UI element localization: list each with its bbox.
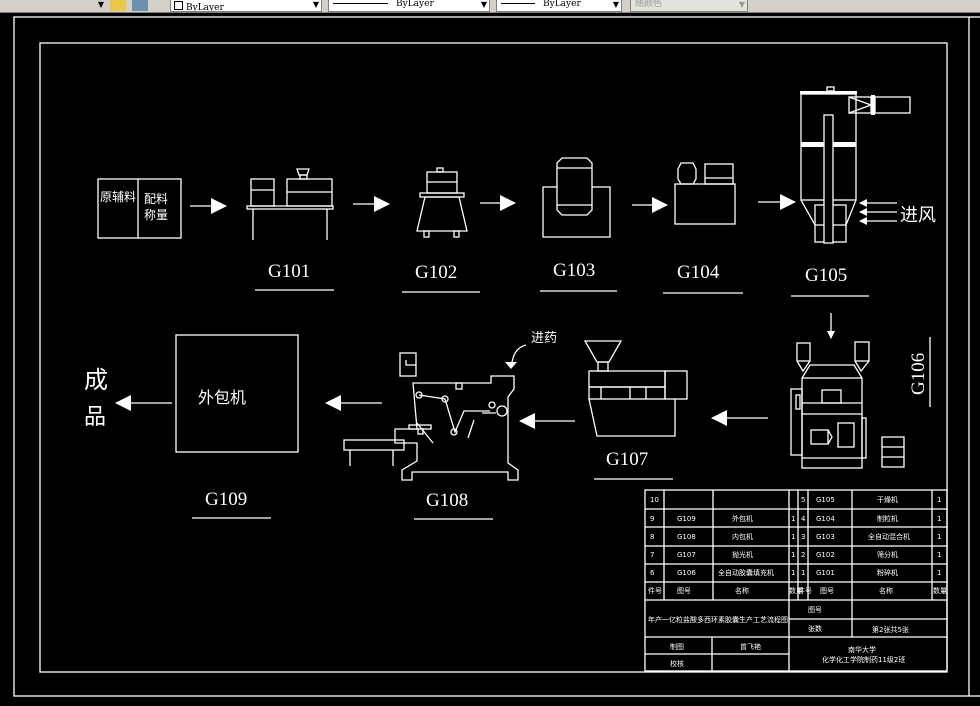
- g109-label: G109: [205, 489, 247, 510]
- g107-label: G107: [606, 449, 648, 470]
- g107-polisher-drawing: [583, 340, 688, 437]
- g106-label: G106: [908, 353, 929, 395]
- checked-by-label: 校核: [670, 659, 684, 668]
- svg-text:G109: G109: [677, 515, 696, 523]
- product-label-line1: 成: [84, 366, 108, 394]
- g108-packer-drawing: [343, 344, 527, 481]
- svg-text:3: 3: [801, 533, 805, 541]
- svg-text:1: 1: [937, 496, 941, 504]
- outer-frame: [13, 16, 980, 697]
- parts-row: 6 G106 全自动胶囊填充机 1 1 G101 粉碎机 1: [650, 568, 941, 577]
- g103-label: G103: [553, 260, 595, 281]
- outer-packer-label: 外包机: [198, 388, 246, 407]
- svg-text:4: 4: [801, 515, 806, 523]
- product-label-line2: 品: [84, 405, 106, 430]
- svg-text:1: 1: [937, 569, 941, 577]
- svg-text:G102: G102: [816, 551, 835, 559]
- raw-material-box: 原辅料 配料 称量: [97, 178, 182, 239]
- svg-text:数量: 数量: [933, 586, 947, 595]
- svg-text:2: 2: [801, 551, 805, 559]
- svg-text:6: 6: [650, 569, 655, 577]
- svg-text:外包机: 外包机: [732, 514, 753, 523]
- svg-text:G106: G106: [677, 569, 696, 577]
- g102-sieve-drawing: [416, 167, 468, 238]
- drawn-by-label: 制图: [670, 642, 684, 651]
- svg-text:G105: G105: [816, 496, 835, 504]
- svg-text:7: 7: [650, 551, 654, 559]
- svg-text:全自动胶囊填充机: 全自动胶囊填充机: [718, 568, 774, 577]
- svg-text:抛光机: 抛光机: [732, 550, 753, 559]
- g106-label-group: G106: [908, 337, 931, 407]
- parts-header: 件号 图号 名称 数量 件号 图号 名称 数量: [648, 586, 947, 595]
- svg-text:粉碎机: 粉碎机: [877, 568, 898, 577]
- svg-text:5: 5: [801, 496, 805, 504]
- svg-text:10: 10: [650, 496, 659, 504]
- g104-granulator-drawing: [674, 162, 736, 225]
- svg-text:件号: 件号: [648, 586, 662, 595]
- svg-text:9: 9: [650, 515, 654, 523]
- g103-mixer-drawing: [542, 157, 611, 238]
- raw-material-text: 原辅料: [100, 190, 136, 204]
- parts-row: 9 G109 外包机 1 4 G104 制粒机 1: [650, 514, 941, 523]
- svg-text:G104: G104: [816, 515, 835, 523]
- svg-text:1: 1: [937, 533, 941, 541]
- air-inlet-label: 进风: [900, 205, 936, 226]
- g108-label: G108: [426, 490, 468, 511]
- svg-text:8: 8: [650, 533, 654, 541]
- g104-label: G104: [677, 262, 720, 283]
- svg-text:G101: G101: [816, 569, 835, 577]
- equipment-labels: G101 G102 G103 G104 G105 G107 G108 G109: [192, 260, 869, 520]
- parts-row: 7 G107 抛光机 1 2 G102 筛分机 1: [650, 550, 941, 559]
- svg-text:1: 1: [937, 515, 941, 523]
- class-name: 化学化工学院制药11级2班: [822, 655, 905, 664]
- svg-text:G103: G103: [816, 533, 835, 541]
- svg-text:1: 1: [791, 569, 795, 577]
- svg-text:1: 1: [791, 551, 795, 559]
- parts-row: 8 G108 内包机 1 3 G103 全自动混合机 1: [650, 532, 941, 541]
- svg-text:1: 1: [791, 533, 795, 541]
- drug-inlet-label: 进药: [531, 331, 557, 346]
- batching-text: 配料: [144, 192, 168, 206]
- drawn-by-value: 曾飞艳: [740, 642, 761, 651]
- svg-text:1: 1: [937, 551, 941, 559]
- g105-label: G105: [805, 265, 847, 286]
- parts-row: 10 5 G105 干燥机 1: [650, 495, 941, 504]
- svg-text:制粒机: 制粒机: [877, 514, 898, 523]
- svg-text:图号: 图号: [677, 587, 691, 595]
- svg-text:干燥机: 干燥机: [877, 495, 898, 504]
- g105-dryer-drawing: [800, 86, 911, 244]
- svg-text:G107: G107: [677, 551, 696, 559]
- svg-text:全自动混合机: 全自动混合机: [868, 532, 910, 541]
- g101-label: G101: [268, 261, 310, 282]
- svg-text:图号: 图号: [820, 587, 834, 595]
- g101-crusher-drawing: [246, 168, 334, 240]
- sheets-value: 第2张共5张: [872, 625, 909, 634]
- svg-text:筛分机: 筛分机: [877, 550, 898, 559]
- drawing-no-label: 图号: [808, 606, 822, 614]
- svg-text:名称: 名称: [879, 586, 893, 595]
- sheets-label: 张数: [808, 624, 822, 633]
- svg-text:1: 1: [801, 569, 805, 577]
- svg-text:G108: G108: [677, 533, 696, 541]
- svg-text:内包机: 内包机: [732, 532, 753, 541]
- school-name: 南华大学: [848, 645, 876, 654]
- title-block: 10 5 G105 干燥机 1 9 G109 外包机 1 4 G104 制粒机 …: [644, 489, 948, 672]
- g106-capsule-filler-drawing: [790, 341, 905, 469]
- g102-label: G102: [415, 262, 457, 283]
- drawing-canvas[interactable]: 原辅料 配料 称量 进风 G106 进药 外包机 成 品 G101 G102 G…: [0, 0, 980, 706]
- drawing-title: 年产一亿粒盐酸多西环素胶囊生产工艺流程图: [648, 615, 788, 624]
- svg-text:1: 1: [791, 515, 795, 523]
- svg-text:名称: 名称: [735, 586, 749, 595]
- svg-text:件号: 件号: [798, 586, 812, 595]
- weighing-text: 称量: [144, 208, 168, 222]
